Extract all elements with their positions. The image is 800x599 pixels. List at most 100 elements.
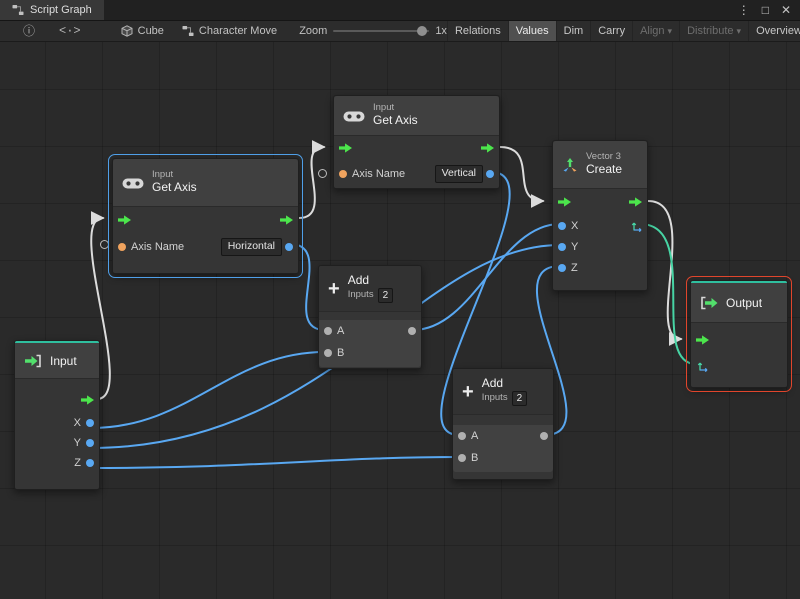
node-title: Output — [726, 295, 763, 310]
align-button[interactable]: Align ▾ — [632, 21, 679, 41]
close-icon[interactable]: ✕ — [781, 4, 791, 16]
port-row-x: X — [553, 215, 647, 236]
exec-in-port[interactable] — [339, 143, 352, 153]
value-out-port[interactable] — [486, 170, 494, 178]
data-wire[interactable] — [412, 223, 561, 331]
exec-in-port[interactable] — [558, 197, 571, 207]
gamepad-icon — [343, 109, 365, 123]
relations-button[interactable]: Relations — [446, 21, 508, 41]
exec-out-port[interactable] — [629, 197, 642, 207]
port-label: Z — [74, 457, 81, 469]
vector3-in-port[interactable] — [697, 360, 709, 372]
carry-button[interactable]: Carry — [590, 21, 632, 41]
node-header: + Add Inputs 2 — [453, 369, 553, 415]
y-in-port[interactable] — [558, 242, 566, 251]
exec-wire[interactable] — [647, 200, 683, 346]
axis-arrows-icon — [631, 220, 643, 232]
input-b-port[interactable] — [324, 349, 332, 357]
axis-name-field[interactable]: Horizontal — [220, 238, 282, 256]
port-label: B — [471, 452, 479, 464]
exec-out-port[interactable] — [280, 215, 293, 225]
node-body: A B — [319, 320, 421, 367]
axis-name-field[interactable]: Vertical — [434, 165, 483, 183]
port-label: Axis Name — [352, 168, 406, 180]
input-b-port[interactable] — [458, 454, 466, 462]
graph-inspector-icon[interactable]: <∙> — [59, 25, 81, 37]
vector3-out-port[interactable] — [631, 220, 643, 232]
unconnected-port-ring[interactable] — [100, 240, 109, 249]
exec-in-port[interactable] — [118, 215, 131, 225]
breadcrumb-graph[interactable]: Character Move — [182, 25, 277, 37]
maximize-icon[interactable]: □ — [762, 4, 769, 16]
toolbar-toggles: Relations Values Dim Carry Align ▾ Distr… — [446, 21, 800, 41]
unconnected-port-ring[interactable] — [318, 169, 327, 178]
graph-canvas[interactable]: Input Get Axis Axis Name Vertical Input — [0, 42, 800, 599]
node-header: Vector 3 Create — [553, 141, 647, 189]
node-header: Input — [15, 343, 99, 379]
z-in-port[interactable] — [558, 263, 566, 272]
dim-button[interactable]: Dim — [555, 21, 591, 41]
output-event-icon — [700, 296, 718, 310]
inputs-count-field[interactable]: 2 — [511, 390, 528, 406]
kebab-menu-icon[interactable]: ⋮ — [738, 4, 750, 16]
tab-script-graph[interactable]: Script Graph — [0, 0, 104, 20]
script-graph-window: Script Graph ⋮ □ ✕ ⓘ <∙> Cube Character … — [0, 0, 800, 599]
node-title: Create — [586, 162, 623, 177]
port-label: X — [571, 219, 579, 232]
info-icon[interactable]: ⓘ — [23, 25, 35, 37]
port-row-b: B — [319, 342, 421, 364]
string-in-port[interactable] — [118, 243, 126, 251]
graph-asset-icon — [182, 25, 194, 37]
gamepad-icon — [122, 176, 144, 190]
exec-wire[interactable] — [499, 146, 545, 208]
distribute-label: Distribute — [687, 25, 734, 37]
zoom-slider[interactable] — [333, 25, 430, 37]
port-label: Y — [571, 240, 579, 253]
inputs-label: Inputs — [481, 391, 508, 403]
zoom-control: Zoom 1x — [299, 25, 447, 37]
values-button[interactable]: Values — [507, 21, 556, 41]
exec-port-row — [15, 387, 99, 413]
z-out-port[interactable] — [86, 459, 94, 467]
node-output-event[interactable]: Output — [686, 276, 792, 392]
data-wire[interactable] — [90, 456, 460, 469]
port-row-a: A — [319, 320, 421, 342]
exec-out-port[interactable] — [481, 143, 494, 153]
exec-out-port[interactable] — [81, 395, 94, 405]
node-add-top[interactable]: + Add Inputs 2 A B — [318, 265, 422, 369]
script-graph-icon — [12, 4, 24, 16]
breadcrumb-object[interactable]: Cube — [121, 25, 164, 37]
input-a-port[interactable] — [324, 327, 332, 335]
port-row-z: Z — [553, 257, 647, 278]
overview-button[interactable]: Overview — [748, 21, 800, 41]
zoom-slider-handle[interactable] — [417, 26, 428, 36]
node-title: Add — [481, 376, 504, 391]
port-label: Axis Name — [131, 241, 185, 253]
distribute-button[interactable]: Distribute ▾ — [679, 21, 748, 41]
sum-out-port[interactable] — [408, 327, 416, 335]
exec-in-port[interactable] — [696, 335, 709, 345]
string-in-port[interactable] — [339, 170, 347, 178]
sum-out-port[interactable] — [540, 432, 548, 440]
exec-port-row — [553, 189, 647, 215]
plus-icon: + — [462, 380, 474, 403]
node-get-axis-horizontal[interactable]: Input Get Axis Axis Name Horizontal — [108, 154, 303, 278]
port-row-y: Y — [15, 433, 99, 453]
node-get-axis-vertical[interactable]: Input Get Axis Axis Name Vertical — [333, 95, 500, 189]
input-a-port[interactable] — [458, 432, 466, 440]
value-out-port[interactable] — [285, 243, 293, 251]
node-input-event[interactable]: Input X Y Z — [14, 340, 100, 490]
y-out-port[interactable] — [86, 439, 94, 447]
node-vector3-create[interactable]: Vector 3 Create X Y Z — [552, 140, 648, 291]
align-label: Align — [640, 25, 665, 37]
inputs-count-field[interactable]: 2 — [377, 287, 394, 303]
node-title: Input — [50, 353, 77, 368]
node-add-bottom[interactable]: + Add Inputs 2 A B — [452, 368, 554, 480]
zoom-label: Zoom — [299, 25, 328, 37]
x-out-port[interactable] — [86, 419, 94, 427]
x-in-port[interactable] — [558, 221, 566, 230]
plus-icon: + — [328, 277, 340, 300]
exec-wire[interactable] — [298, 140, 326, 219]
vector-in-row — [691, 353, 787, 379]
data-wire[interactable] — [90, 351, 326, 429]
